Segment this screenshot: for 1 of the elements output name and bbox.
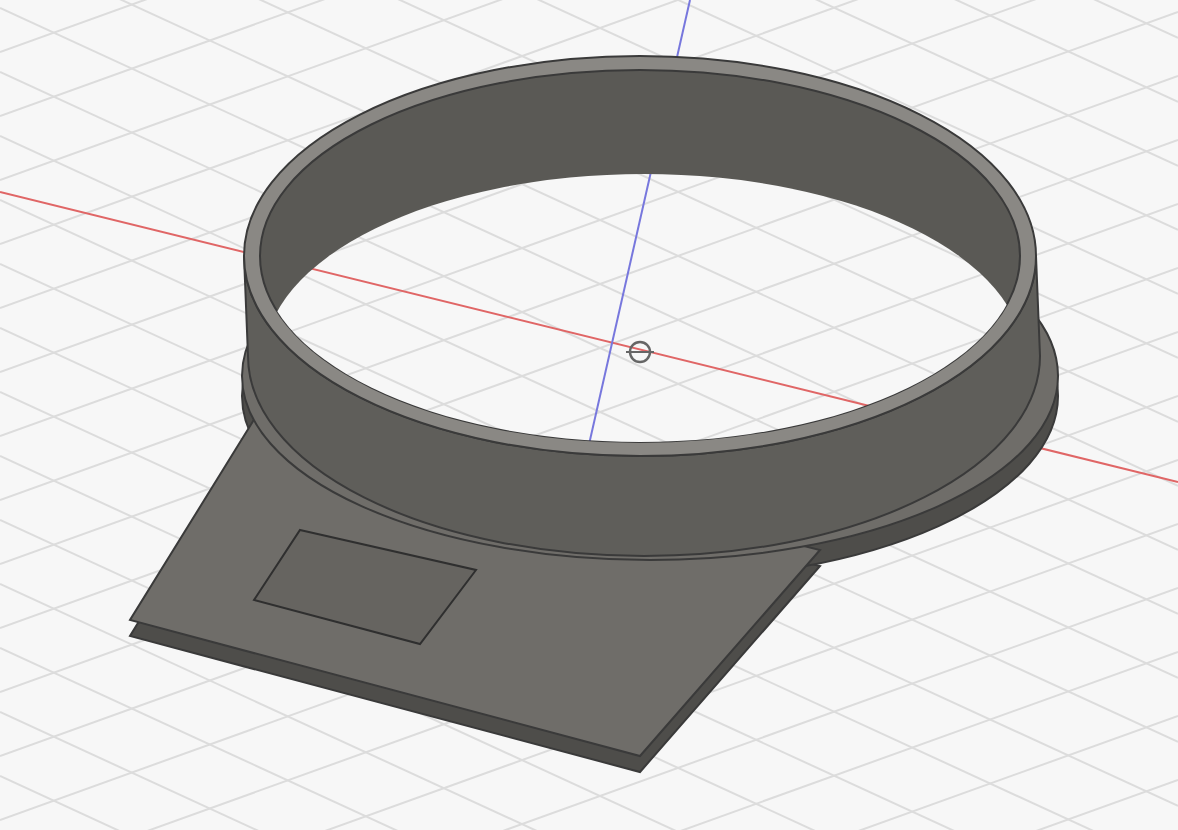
- origin-icon: [625, 340, 655, 364]
